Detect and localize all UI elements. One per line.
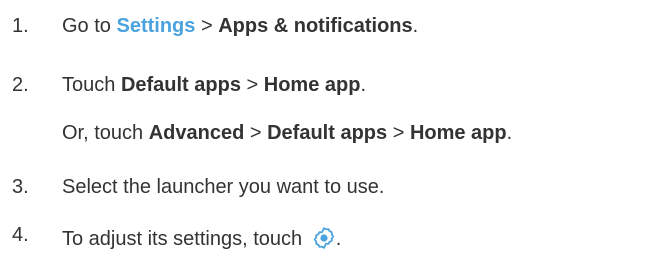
step-number: 2. (12, 74, 29, 96)
apps-notifications-label: Apps & notifications (218, 15, 413, 37)
step-text: To adjust its settings, touch (62, 228, 308, 250)
default-apps-label: Default apps (120, 74, 241, 96)
home-app-label: Home app (409, 122, 507, 144)
step-number: 1. (12, 15, 29, 37)
step-content: Or, touch Advanced > Default apps > Home… (62, 121, 512, 145)
step-content: Touch Default apps > Home app. (62, 73, 366, 97)
period: . (412, 15, 419, 37)
separator: > (195, 15, 219, 37)
step-content: To adjust its settings, touch . (62, 226, 341, 251)
period: . (335, 228, 342, 250)
step-text: Touch (62, 74, 121, 96)
advanced-label: Advanced (148, 122, 245, 144)
step-number: 4. (12, 224, 29, 246)
period: . (506, 122, 513, 144)
period: . (360, 74, 367, 96)
separator: > (244, 122, 268, 144)
step-number: 3. (12, 176, 29, 198)
home-app-label: Home app (263, 74, 361, 96)
step-text: Or, touch (62, 122, 149, 144)
step-text: Go to (62, 15, 117, 37)
default-apps-label: Default apps (267, 122, 388, 144)
separator: > (387, 122, 410, 144)
step-text: Select the launcher you want to use. (62, 176, 385, 198)
step-content: Go to Settings > Apps & notifications. (62, 14, 418, 38)
separator: > (240, 74, 264, 96)
settings-gear-icon (312, 226, 336, 250)
settings-link[interactable]: Settings (116, 15, 195, 37)
